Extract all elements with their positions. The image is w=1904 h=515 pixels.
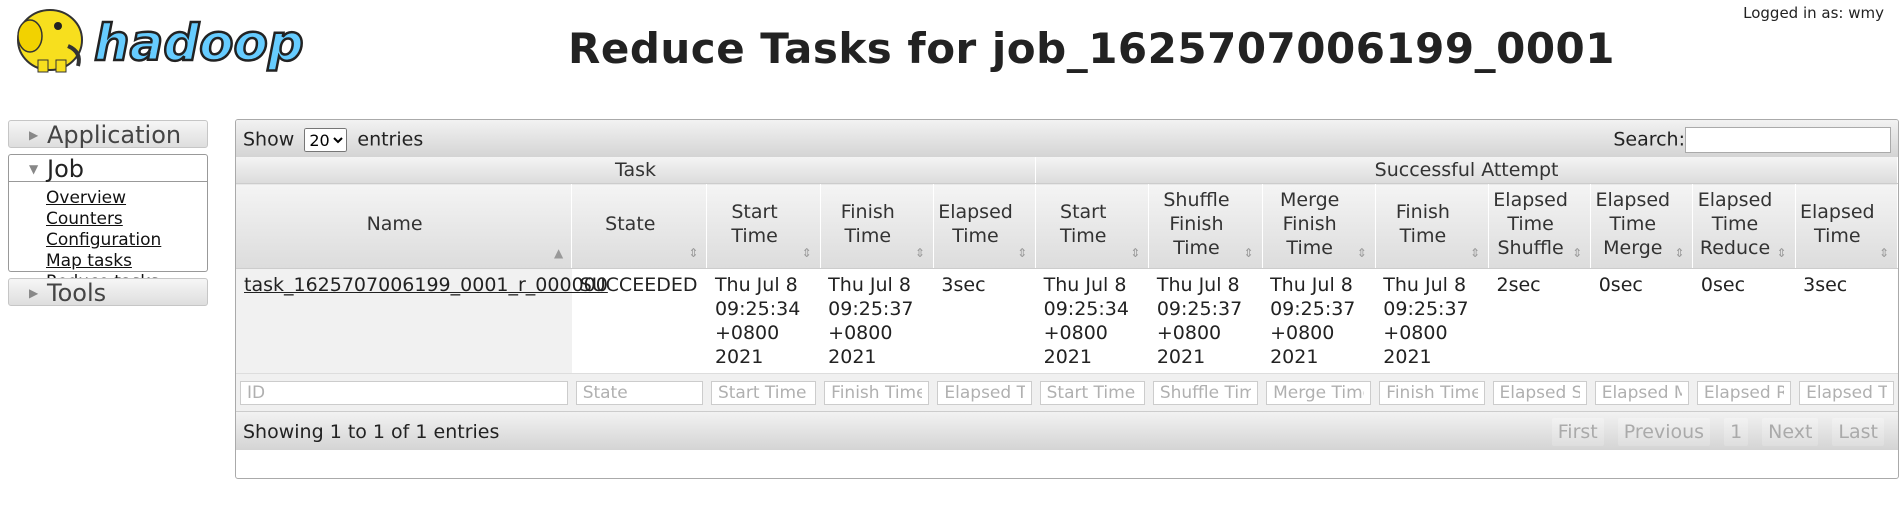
table-cell: task_1625707006199_0001_r_000000 — [236, 268, 608, 374]
column-filter-input[interactable] — [1379, 381, 1485, 405]
nav-job[interactable]: ▼ Job — [8, 154, 208, 183]
sort-icon: ⇕ — [1469, 246, 1480, 260]
table-cell: 3sec — [933, 268, 1036, 374]
sort-icon: ⇕ — [1572, 246, 1583, 260]
table-cell: Thu Jul 8 09:25:34 +0800 2021 — [1035, 268, 1149, 374]
link-overview[interactable]: Overview — [46, 188, 207, 209]
column-filter-input[interactable] — [240, 381, 568, 405]
group-successful-attempt: Successful Attempt — [1035, 157, 1898, 184]
column-header[interactable]: Start Time ⇕ — [706, 183, 821, 269]
pager-next[interactable]: Next — [1762, 418, 1819, 446]
column-filter-input[interactable] — [1152, 381, 1259, 405]
column-filter-input[interactable] — [1492, 381, 1587, 405]
table-cell: 0sec — [1692, 268, 1796, 374]
link-map-tasks[interactable]: Map tasks — [46, 251, 207, 272]
sort-icon: ⇕ — [801, 246, 812, 260]
table-cell: 0sec — [1590, 268, 1693, 374]
nav-tools[interactable]: ▶ Tools — [8, 278, 208, 307]
sort-asc-icon: ▲ — [553, 246, 564, 260]
sort-icon: ⇕ — [1017, 246, 1028, 260]
search-control: Search: — [1613, 127, 1891, 153]
caret-right-icon: ▶ — [29, 128, 39, 142]
sort-icon: ⇕ — [1674, 246, 1685, 260]
pagination: First Previous 1 Next Last — [1551, 418, 1884, 446]
pager-first[interactable]: First — [1551, 418, 1604, 446]
task-link[interactable]: task_1625707006199_0001_r_000000 — [244, 274, 608, 296]
column-header[interactable]: Elapsed Time Reduce ⇕ — [1692, 183, 1796, 269]
nav-application[interactable]: ▶ Application — [8, 120, 208, 149]
column-header[interactable]: Elapsed Time ⇕ — [1795, 183, 1898, 269]
column-header[interactable]: Finish Time ⇕ — [1375, 183, 1490, 269]
tasks-table-panel: Show 20 entries Search: Task Successful … — [235, 119, 1899, 479]
sort-icon: ⇕ — [1130, 246, 1141, 260]
reduce-tasks-table: Task Successful Attempt Name ▲ State ⇕ Start… — [236, 157, 1898, 411]
table-cell: 2sec — [1488, 268, 1591, 374]
entries-info: Showing 1 to 1 of 1 entries — [243, 421, 500, 443]
link-counters[interactable]: Counters — [46, 209, 207, 230]
filter-row — [236, 373, 1898, 411]
pager-last[interactable]: Last — [1832, 418, 1884, 446]
sort-icon: ⇕ — [1878, 246, 1889, 260]
column-header[interactable]: Elapsed Time Merge ⇕ — [1590, 183, 1694, 269]
table-cell: SUCCEEDED — [571, 268, 707, 374]
column-filter-input[interactable] — [824, 381, 930, 405]
table-footer: Showing 1 to 1 of 1 entries First Previo… — [236, 411, 1898, 450]
table-cell: Thu Jul 8 09:25:37 +0800 2021 — [1262, 268, 1376, 374]
pager-previous[interactable]: Previous — [1617, 418, 1711, 446]
table-row: task_1625707006199_0001_r_000000 SUCCEEDE… — [236, 268, 1898, 374]
table-cell: 3sec — [1795, 268, 1898, 374]
page-size-select[interactable]: 20 — [304, 128, 348, 152]
logo-text: hadoop — [94, 14, 304, 72]
column-filter-input[interactable] — [575, 381, 703, 405]
sort-icon: ⇕ — [914, 246, 925, 260]
caret-down-icon: ▼ — [29, 162, 39, 176]
table-cell: Thu Jul 8 09:25:37 +0800 2021 — [820, 268, 934, 374]
column-header[interactable]: Shuffle Finish Time ⇕ — [1148, 183, 1263, 269]
table-cell: Thu Jul 8 09:25:37 +0800 2021 — [1375, 268, 1489, 374]
link-configuration[interactable]: Configuration — [46, 230, 207, 251]
table-toolbar: Show 20 entries Search: — [236, 120, 1898, 157]
sort-icon: ⇕ — [1776, 246, 1787, 260]
column-header[interactable]: Merge Finish Time ⇕ — [1262, 183, 1376, 269]
group-task: Task — [236, 157, 1037, 184]
hadoop-logo: hadoop — [17, 9, 305, 73]
column-filter-input[interactable] — [710, 381, 817, 405]
logged-in-label: Logged in as: wmy — [1743, 4, 1884, 22]
column-filter-input[interactable] — [1266, 381, 1372, 405]
page-title: Reduce Tasks for job_1625707006199_0001 — [568, 24, 1616, 73]
table-cell: Thu Jul 8 09:25:34 +0800 2021 — [706, 268, 821, 374]
sort-icon: ⇕ — [1243, 246, 1254, 260]
caret-right-icon: ▶ — [29, 286, 39, 300]
column-header[interactable]: State ⇕ — [571, 183, 708, 269]
page-size-control: Show 20 entries — [243, 128, 423, 152]
column-filter-input[interactable] — [1594, 381, 1689, 405]
search-input[interactable] — [1685, 127, 1891, 153]
column-filter-input[interactable] — [1799, 381, 1894, 405]
column-header[interactable]: Name ▲ — [236, 183, 573, 269]
sort-icon: ⇕ — [688, 246, 699, 260]
job-links: Overview Counters Configuration Map task… — [8, 182, 208, 292]
column-header[interactable]: Elapsed Time ⇕ — [933, 183, 1037, 269]
sort-icon: ⇕ — [1356, 246, 1367, 260]
column-header[interactable]: Start Time ⇕ — [1035, 183, 1150, 269]
column-header[interactable]: Elapsed Time Shuffle ⇕ — [1488, 183, 1592, 269]
sidebar-nav: ▶ Application ▼ Job Overview Counters Conf… — [8, 120, 208, 307]
column-header[interactable]: Finish Time ⇕ — [820, 183, 934, 269]
column-filter-input[interactable] — [937, 381, 1032, 405]
table-cell: Thu Jul 8 09:25:37 +0800 2021 — [1148, 268, 1263, 374]
pager-page-1[interactable]: 1 — [1724, 418, 1749, 446]
column-filter-input[interactable] — [1696, 381, 1792, 405]
column-filter-input[interactable] — [1039, 381, 1145, 405]
